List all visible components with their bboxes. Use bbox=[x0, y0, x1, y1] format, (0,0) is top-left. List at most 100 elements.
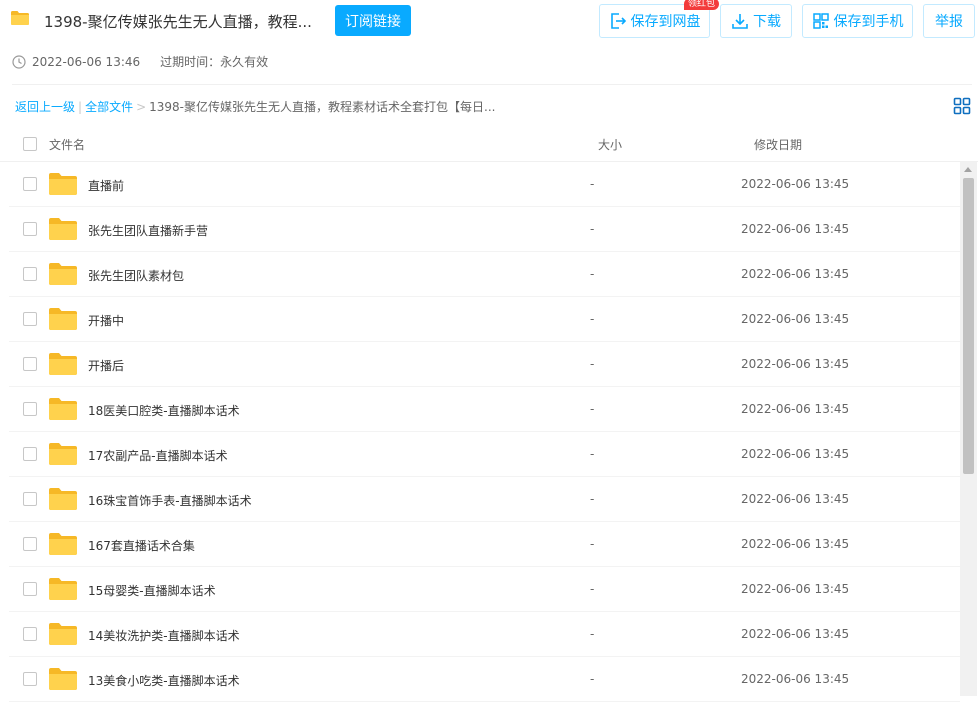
download-button[interactable]: 下载 bbox=[720, 4, 792, 38]
download-label: 下载 bbox=[753, 14, 781, 30]
folder-icon bbox=[11, 11, 29, 25]
breadcrumb: 返回上一级 | 全部文件 >1398-聚亿传媒张先生无人直播，教程素材话术全套打包【每… bbox=[15, 98, 495, 115]
file-row[interactable]: 17农副产品-直播脚本话术 - 2022-06-06 13:45 bbox=[9, 432, 960, 477]
file-size: - bbox=[590, 357, 595, 371]
folder-icon bbox=[49, 398, 77, 420]
column-name-header[interactable]: 文件名 bbox=[49, 136, 85, 153]
file-date: 2022-06-06 13:45 bbox=[741, 492, 850, 506]
row-checkbox[interactable] bbox=[23, 357, 37, 371]
file-date: 2022-06-06 13:45 bbox=[741, 537, 850, 551]
file-name[interactable]: 16珠宝首饰手表-直播脚本话术 bbox=[88, 492, 252, 509]
divider bbox=[12, 84, 972, 85]
folder-icon bbox=[49, 353, 77, 375]
file-date: 2022-06-06 13:45 bbox=[741, 627, 850, 641]
row-checkbox[interactable] bbox=[23, 267, 37, 281]
file-name[interactable]: 张先生团队素材包 bbox=[88, 267, 184, 284]
row-checkbox[interactable] bbox=[23, 672, 37, 686]
file-date: 2022-06-06 13:45 bbox=[741, 582, 850, 596]
file-list-header: 文件名 大小 修改日期 bbox=[0, 126, 978, 162]
scrollbar-thumb[interactable] bbox=[963, 178, 974, 474]
file-size: - bbox=[590, 492, 595, 506]
file-row[interactable]: 14美妆洗护类-直播脚本话术 - 2022-06-06 13:45 bbox=[9, 612, 960, 657]
folder-icon bbox=[49, 668, 77, 690]
file-name[interactable]: 开播中 bbox=[88, 312, 124, 329]
scroll-up-arrow-icon[interactable] bbox=[964, 167, 972, 172]
top-bar: 1398-聚亿传媒张先生无人直播，教程... 订阅链接 保存到网盘 领红包 下载… bbox=[0, 0, 978, 44]
file-row[interactable]: 张先生团队素材包 - 2022-06-06 13:45 bbox=[9, 252, 960, 297]
subscribe-link-button[interactable]: 订阅链接 bbox=[335, 5, 411, 36]
file-name[interactable]: 18医美口腔类-直播脚本话术 bbox=[88, 402, 240, 419]
file-list: 直播前 - 2022-06-06 13:45 张先生团队直播新手营 - 2022-06-0… bbox=[0, 162, 960, 702]
file-name[interactable]: 直播前 bbox=[88, 177, 124, 194]
file-row[interactable]: 张先生团队直播新手营 - 2022-06-06 13:45 bbox=[9, 207, 960, 252]
breadcrumb-all-files-link[interactable]: 全部文件 bbox=[85, 100, 133, 114]
save-to-phone-label: 保存到手机 bbox=[833, 14, 904, 30]
file-date: 2022-06-06 13:45 bbox=[741, 312, 850, 326]
file-date: 2022-06-06 13:45 bbox=[741, 447, 850, 461]
file-date: 2022-06-06 13:45 bbox=[741, 402, 850, 416]
row-checkbox[interactable] bbox=[23, 177, 37, 191]
qr-code-icon bbox=[812, 13, 829, 29]
file-row[interactable]: 13美食小吃类-直播脚本话术 - 2022-06-06 13:45 bbox=[9, 657, 960, 702]
expire-text: 过期时间：永久有效 bbox=[160, 55, 269, 69]
file-name[interactable]: 15母婴类-直播脚本话术 bbox=[88, 582, 216, 599]
save-to-disk-icon bbox=[610, 13, 626, 29]
folder-icon bbox=[49, 443, 77, 465]
row-checkbox[interactable] bbox=[23, 447, 37, 461]
file-name[interactable]: 17农副产品-直播脚本话术 bbox=[88, 447, 228, 464]
file-row[interactable]: 开播中 - 2022-06-06 13:45 bbox=[9, 297, 960, 342]
file-row[interactable]: 15母婴类-直播脚本话术 - 2022-06-06 13:45 bbox=[9, 567, 960, 612]
file-row[interactable]: 16珠宝首饰手表-直播脚本话术 - 2022-06-06 13:45 bbox=[9, 477, 960, 522]
file-date: 2022-06-06 13:45 bbox=[741, 672, 850, 686]
row-checkbox[interactable] bbox=[23, 537, 37, 551]
folder-icon bbox=[49, 173, 77, 195]
download-icon bbox=[732, 14, 748, 29]
column-date-header[interactable]: 修改日期 bbox=[754, 136, 802, 153]
report-button[interactable]: 举报 bbox=[923, 4, 975, 38]
file-row[interactable]: 167套直播话术合集 - 2022-06-06 13:45 bbox=[9, 522, 960, 567]
page-title: 1398-聚亿传媒张先生无人直播，教程... bbox=[44, 13, 312, 31]
row-checkbox[interactable] bbox=[23, 627, 37, 641]
select-all-checkbox[interactable] bbox=[23, 137, 37, 151]
file-size: - bbox=[590, 582, 595, 596]
file-name[interactable]: 14美妆洗护类-直播脚本话术 bbox=[88, 627, 240, 644]
folder-icon bbox=[49, 533, 77, 555]
grid-view-icon[interactable] bbox=[953, 97, 971, 115]
file-size: - bbox=[590, 177, 595, 191]
row-checkbox[interactable] bbox=[23, 312, 37, 326]
file-name[interactable]: 开播后 bbox=[88, 357, 124, 374]
file-date: 2022-06-06 13:45 bbox=[741, 357, 850, 371]
file-size: - bbox=[590, 312, 595, 326]
file-name[interactable]: 13美食小吃类-直播脚本话术 bbox=[88, 672, 240, 689]
breadcrumb-separator: | bbox=[78, 100, 83, 114]
folder-icon bbox=[49, 578, 77, 600]
row-checkbox[interactable] bbox=[23, 402, 37, 416]
share-time: 2022-06-06 13:46 bbox=[32, 54, 141, 69]
folder-icon bbox=[49, 218, 77, 240]
folder-icon bbox=[49, 308, 77, 330]
file-size: - bbox=[590, 447, 595, 461]
folder-icon bbox=[49, 488, 77, 510]
file-size: - bbox=[590, 672, 595, 686]
file-date: 2022-06-06 13:45 bbox=[741, 222, 850, 236]
file-size: - bbox=[590, 627, 595, 641]
clock-icon bbox=[12, 54, 26, 69]
row-checkbox[interactable] bbox=[23, 222, 37, 236]
file-size: - bbox=[590, 222, 595, 236]
folder-icon bbox=[49, 263, 77, 285]
breadcrumb-back-link[interactable]: 返回上一级 bbox=[15, 100, 75, 114]
red-packet-badge[interactable]: 领红包 bbox=[684, 0, 720, 10]
file-date: 2022-06-06 13:45 bbox=[741, 267, 850, 281]
row-checkbox[interactable] bbox=[23, 492, 37, 506]
file-row[interactable]: 开播后 - 2022-06-06 13:45 bbox=[9, 342, 960, 387]
file-row[interactable]: 18医美口腔类-直播脚本话术 - 2022-06-06 13:45 bbox=[9, 387, 960, 432]
save-to-phone-button[interactable]: 保存到手机 bbox=[802, 4, 913, 38]
file-size: - bbox=[590, 537, 595, 551]
column-size-header[interactable]: 大小 bbox=[598, 136, 622, 153]
file-name[interactable]: 张先生团队直播新手营 bbox=[88, 222, 208, 239]
file-date: 2022-06-06 13:45 bbox=[741, 177, 850, 191]
file-row[interactable]: 直播前 - 2022-06-06 13:45 bbox=[9, 162, 960, 207]
file-name[interactable]: 167套直播话术合集 bbox=[88, 537, 195, 554]
folder-icon bbox=[49, 623, 77, 645]
row-checkbox[interactable] bbox=[23, 582, 37, 596]
